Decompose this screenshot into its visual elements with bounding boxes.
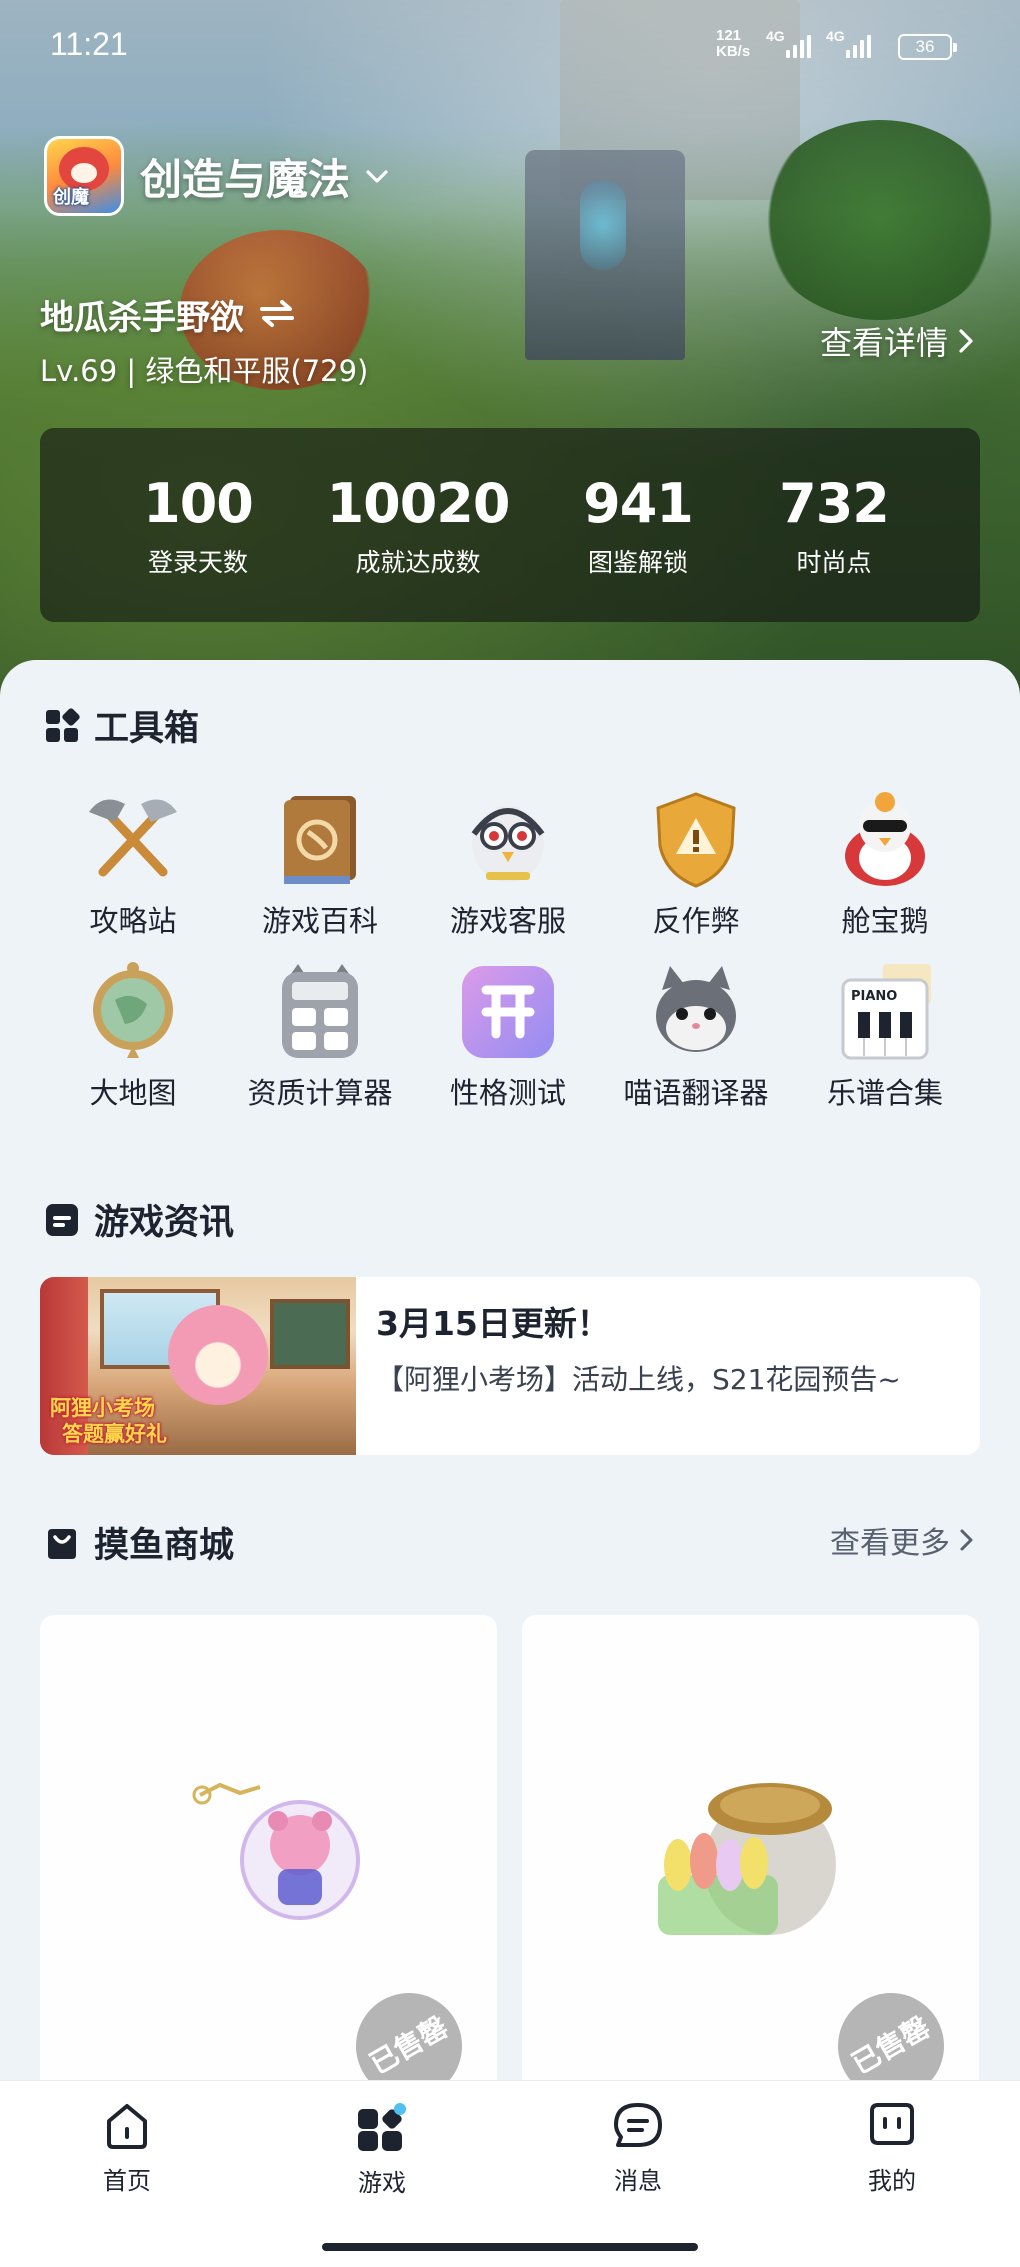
cat-translator-icon [644, 960, 748, 1064]
news-thumb-banner: 阿狸小考场 答题赢好礼 [50, 1396, 167, 1446]
chevron-down-icon [364, 163, 390, 189]
bear-keychain-image [192, 1782, 360, 1920]
tool-personality-test[interactable]: 性格测试 [418, 960, 598, 1112]
game-logo: 创魔 [44, 136, 124, 216]
tool-strategy[interactable]: 攻略站 [43, 788, 223, 940]
goose-mascot-icon [833, 788, 937, 892]
warning-shield-icon [644, 788, 748, 892]
tool-calculator[interactable]: 资质计算器 [230, 960, 410, 1112]
signal-bars-icon [846, 30, 871, 58]
nav-profile[interactable]: 我的 [832, 2101, 952, 2196]
stat-fashion-points: 732 时尚点 [779, 472, 890, 577]
news-title: 游戏资讯 [44, 1194, 234, 1245]
tool-encyclopedia[interactable]: 游戏百科 [230, 788, 410, 940]
encyclopedia-book-icon [268, 788, 372, 892]
game-selector[interactable]: 创魔 创造与魔法 [44, 136, 390, 216]
switch-account-icon[interactable] [258, 298, 296, 332]
game-grid-icon [358, 2103, 406, 2151]
game-name: 创造与魔法 [140, 154, 351, 204]
battery-icon: 36 [898, 34, 957, 60]
view-details-link[interactable]: 查看详情 [820, 318, 976, 364]
tool-music-sheets[interactable]: PIANO 乐谱合集 [795, 960, 975, 1112]
profile-icon [870, 2103, 914, 2145]
stats-card: 100 登录天数 10020 成就达成数 941 图鉴解锁 732 时尚点 [40, 428, 980, 622]
calculator-icon [268, 960, 372, 1064]
user-name: 地瓜杀手野欲 [40, 298, 244, 338]
seed-bag-image [658, 1783, 836, 1935]
status-bar: 11:21 121 KB/s 4G 4G 36 [0, 0, 1020, 90]
chevron-right-icon [960, 1529, 973, 1551]
news-headline: 3月15日更新！ [376, 1304, 610, 1343]
news-summary: 【阿狸小考场】活动上线，S21花园预告~ [376, 1363, 901, 1396]
shopping-bag-icon [48, 1528, 76, 1559]
stat-collection: 941 图鉴解锁 [583, 472, 694, 577]
signal-bars-icon [786, 30, 811, 58]
stat-achievements: 10020 成就达成数 [326, 472, 511, 577]
tool-cat-translator[interactable]: 喵语翻译器 [606, 960, 786, 1112]
support-bird-icon [456, 788, 560, 892]
personality-test-icon [456, 960, 560, 1064]
user-name-row: 地瓜杀手野欲 [40, 290, 296, 339]
status-time: 11:21 [50, 26, 128, 62]
signal-type: 4G [826, 28, 845, 44]
bottom-nav: 首页 游戏 消息 我的 [0, 2080, 1020, 2267]
nav-games[interactable]: 游戏 [322, 2101, 442, 2198]
chevron-right-icon [959, 329, 973, 353]
map-pin-icon [81, 960, 185, 1064]
sold-out-badge: 已售罄 [818, 1973, 964, 2095]
news-thumbnail: 阿狸小考场 答题赢好礼 [40, 1277, 356, 1455]
toolbox-title: 工具箱 [44, 700, 199, 751]
piano-sheet-icon: PIANO [833, 960, 937, 1064]
tool-support[interactable]: 游戏客服 [418, 788, 598, 940]
view-more-link[interactable]: 查看更多 [830, 1518, 976, 1562]
sold-out-badge: 已售罄 [336, 1973, 482, 2095]
tool-big-map[interactable]: 大地图 [43, 960, 223, 1112]
fox-character-image [168, 1305, 268, 1405]
shop-item[interactable]: 已售罄 [40, 1615, 497, 2095]
news-item[interactable]: 阿狸小考场 答题赢好礼 3月15日更新！ 【阿狸小考场】活动上线，S21花园预告… [40, 1277, 980, 1455]
svg-text:PIANO: PIANO [851, 989, 897, 1004]
stat-login-days: 100 登录天数 [143, 472, 254, 577]
news-icon [46, 1203, 78, 1236]
net-speed: 121 KB/s [716, 27, 751, 60]
grid-icon [46, 707, 80, 742]
shop-title: 摸鱼商城 [44, 1517, 234, 1568]
home-icon [107, 2104, 147, 2149]
home-indicator[interactable] [322, 2243, 698, 2251]
user-level: Lv.69 | 绿色和平服(729) [40, 354, 369, 388]
tool-anti-cheat[interactable]: 反作弊 [606, 788, 786, 940]
signal-type: 4G [766, 28, 785, 44]
message-icon [614, 2103, 662, 2147]
nav-messages[interactable]: 消息 [578, 2101, 698, 2196]
shop-item[interactable]: 已售罄 [522, 1615, 979, 2095]
crossed-axes-icon [81, 788, 185, 892]
tool-goose[interactable]: 舱宝鹅 [795, 788, 975, 940]
nav-home[interactable]: 首页 [67, 2101, 187, 2196]
